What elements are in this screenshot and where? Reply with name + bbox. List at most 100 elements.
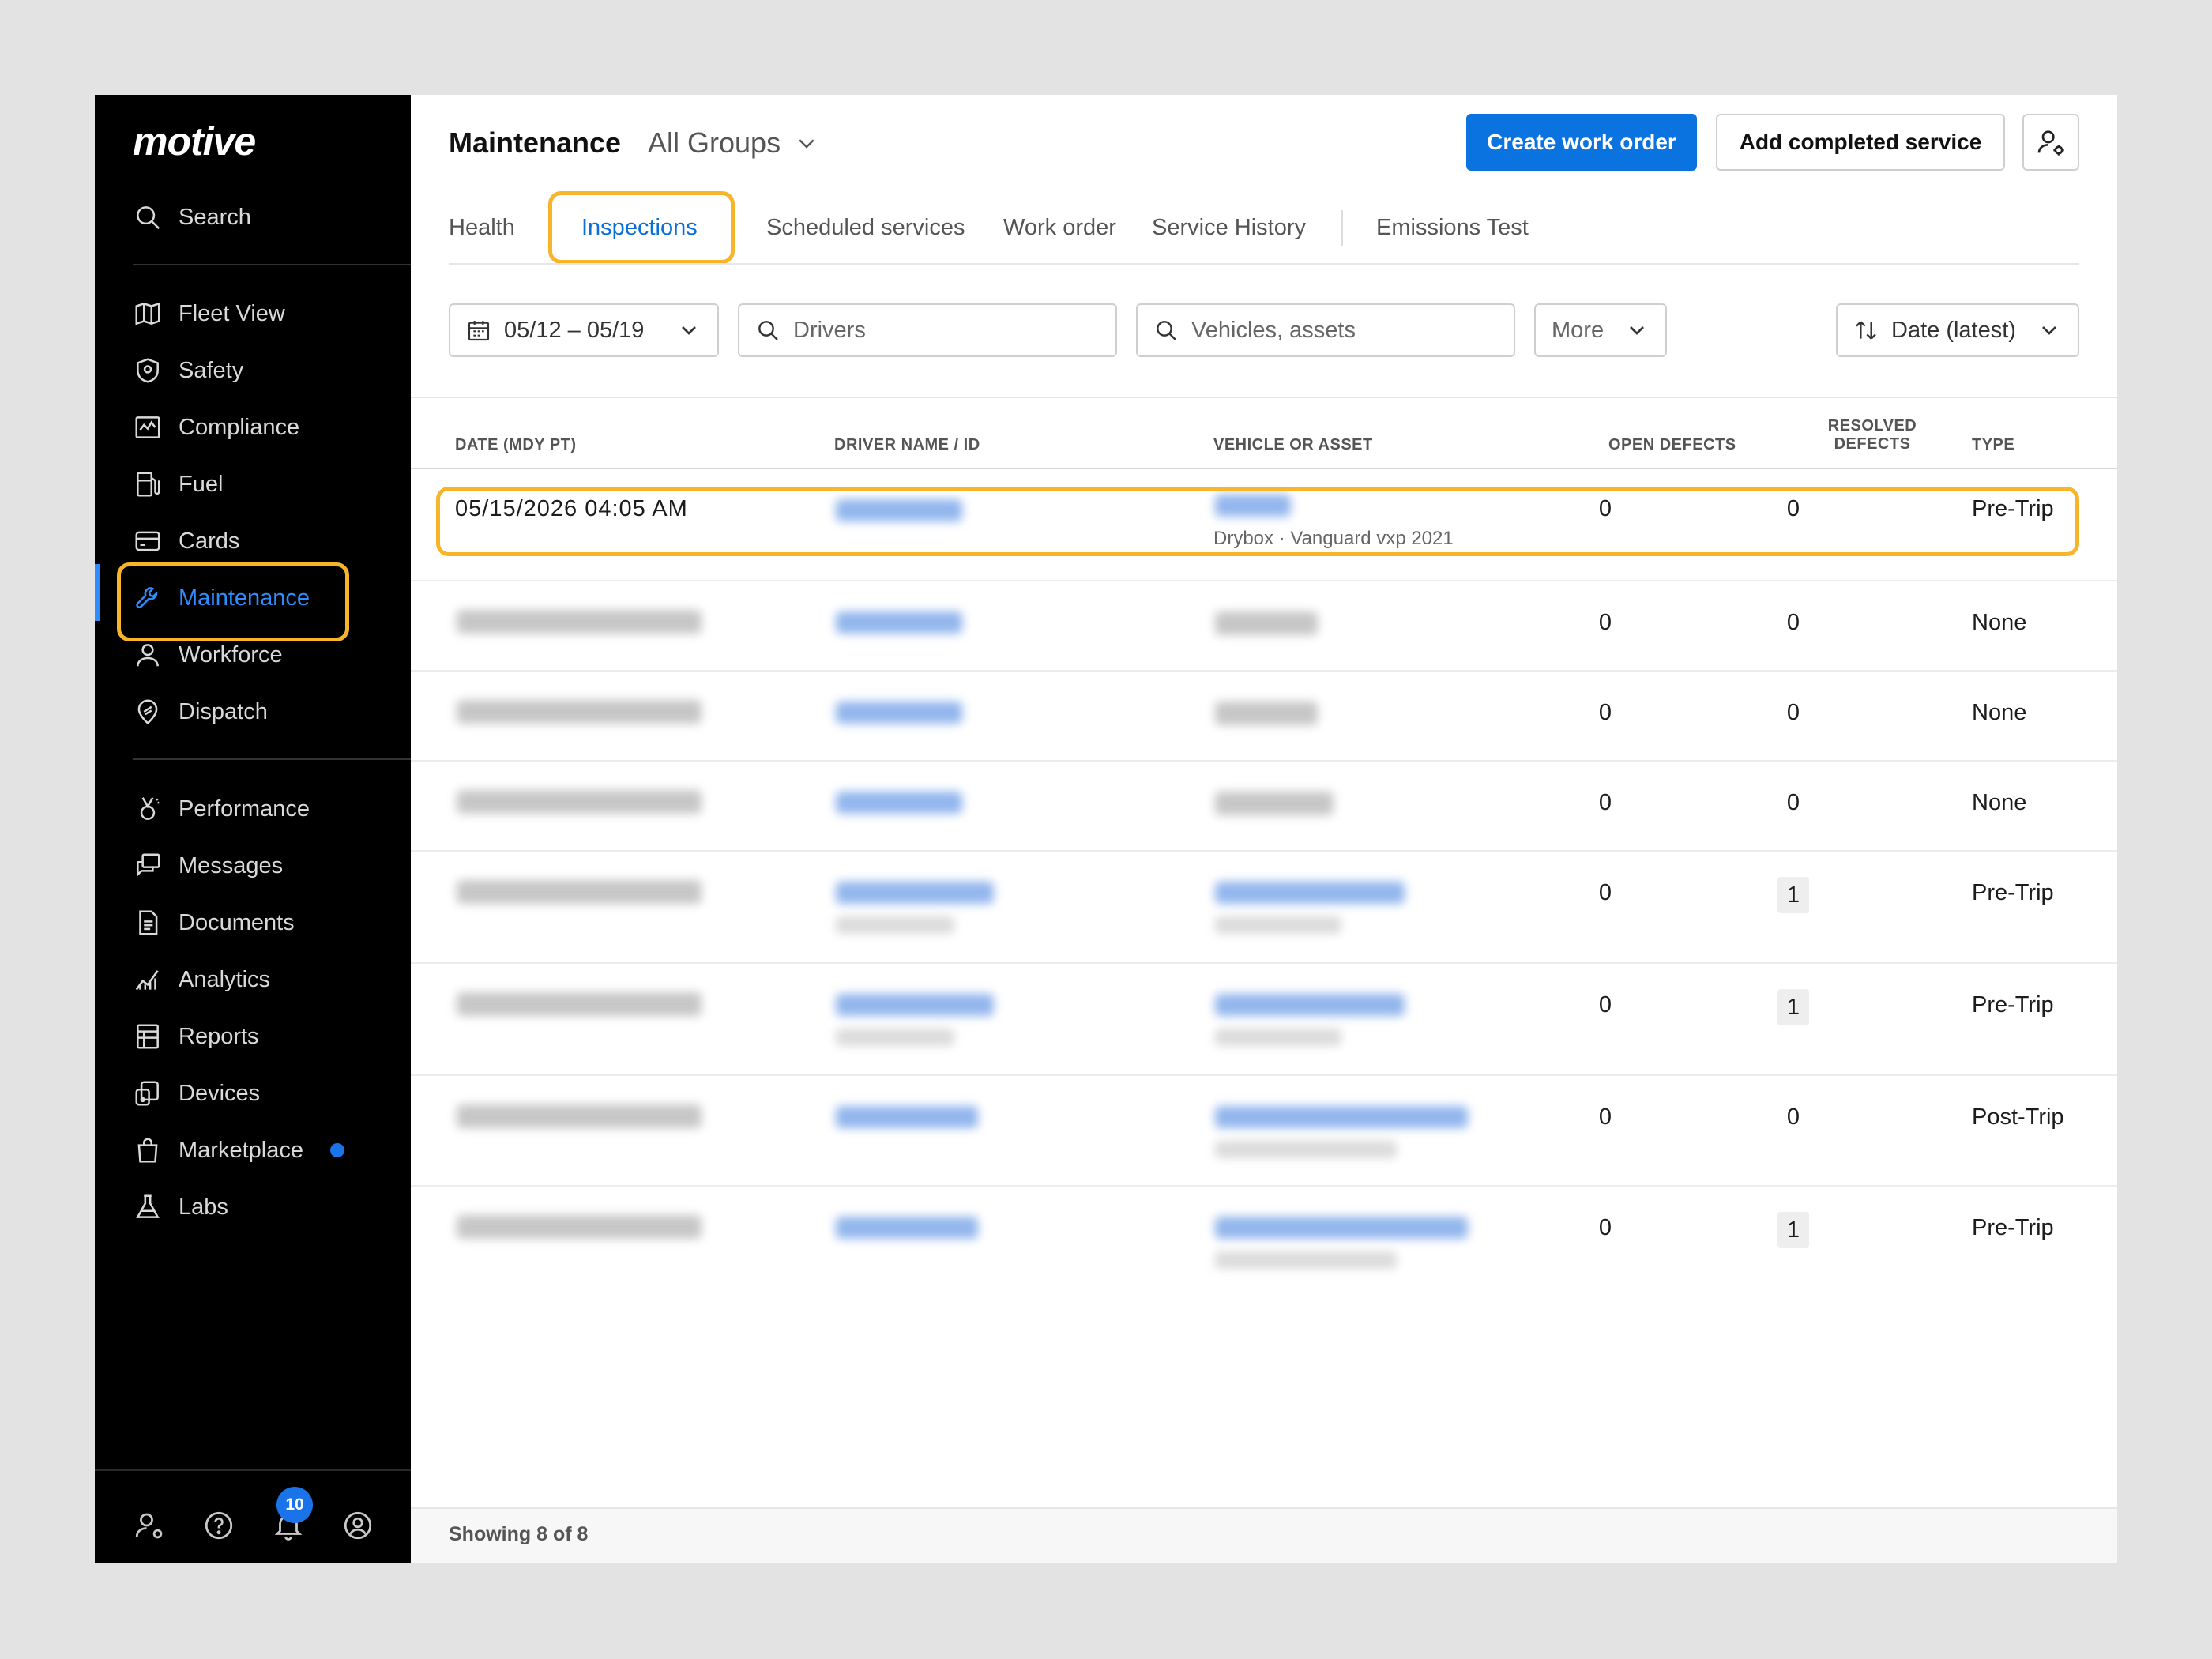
tab-emissions-test[interactable]: Emissions Test (1376, 215, 1529, 241)
sidebar-item-label: Cards (179, 528, 240, 554)
redacted-vehicle-name (1215, 882, 1405, 904)
sidebar-item-fuel[interactable]: Fuel (133, 461, 386, 508)
user-gear-icon (2037, 130, 2064, 156)
sidebar-item-label: Fuel (179, 471, 224, 497)
redacted-driver-name (836, 792, 962, 814)
chevron-down-icon (2042, 326, 2056, 335)
more-filters-dropdown[interactable]: More (1534, 303, 1667, 357)
sidebar-item-messages[interactable]: Messages (133, 842, 386, 890)
redacted-driver-name (836, 1106, 978, 1128)
tab-health[interactable]: Health (449, 215, 515, 241)
map-icon (135, 302, 160, 325)
more-filters-label: More (1552, 317, 1604, 343)
sidebar-item-label: Documents (179, 909, 295, 935)
sidebar-item-compliance[interactable]: Compliance (133, 404, 386, 451)
sidebar-item-dispatch[interactable]: Dispatch (133, 688, 386, 735)
sidebar-item-documents[interactable]: Documents (133, 899, 386, 946)
user-settings-icon[interactable] (133, 1509, 166, 1542)
row-divider (411, 850, 2117, 852)
inspection-type: Pre-Trip (1972, 1215, 2054, 1240)
sidebar-item-label: Dispatch (179, 698, 268, 724)
row-divider (411, 962, 2117, 964)
app-window: motive Search Fleet View Safety Complian… (95, 95, 2117, 1563)
tab-inspections[interactable]: Inspections (581, 215, 698, 241)
user-settings-button[interactable] (2022, 114, 2079, 171)
sidebar-item-maintenance[interactable]: Maintenance (133, 574, 386, 622)
table-footer (411, 1507, 2117, 1563)
redacted-date (457, 1215, 702, 1239)
tab-work-order[interactable]: Work order (1003, 215, 1116, 241)
column-header-date[interactable]: DATE (MDY PT) (455, 436, 577, 454)
sidebar-item-workforce[interactable]: Workforce (133, 631, 386, 679)
sidebar-item-analytics[interactable]: Analytics (133, 956, 386, 1003)
notification-badge: 10 (276, 1487, 313, 1523)
redacted-driver-name (836, 882, 994, 904)
redacted-driver-id (836, 916, 954, 934)
sidebar-item-label: Maintenance (179, 585, 310, 611)
vehicles-filter[interactable]: Vehicles, assets (1136, 303, 1515, 357)
highlight-first-row (436, 487, 2079, 556)
bag-icon (137, 1138, 158, 1163)
group-selector[interactable]: All Groups (648, 126, 818, 160)
column-header-resolved-defects[interactable]: RESOLVED DEFECTS (1817, 417, 1928, 453)
sidebar-item-cards[interactable]: Cards (133, 517, 386, 565)
column-header-vehicle[interactable]: VEHICLE OR ASSET (1213, 436, 1373, 454)
tabs-underline (449, 263, 2079, 265)
column-header-resolved-line1: RESOLVED (1827, 417, 1917, 434)
column-header-driver[interactable]: DRIVER NAME / ID (834, 436, 980, 454)
sidebar-search[interactable]: Search (133, 194, 386, 241)
redacted-vehicle-details (1215, 916, 1341, 934)
row-divider (411, 670, 2117, 672)
search-icon (1157, 321, 1176, 340)
redacted-vehicle-name (1215, 1217, 1468, 1239)
column-header-open-defects[interactable]: OPEN DEFECTS (1608, 436, 1736, 454)
redacted-vehicle-name (1215, 611, 1318, 635)
chevron-down-icon (799, 139, 814, 149)
redacted-date (457, 992, 702, 1016)
sidebar-item-label: Labs (179, 1194, 228, 1220)
redacted-driver-name (836, 994, 994, 1016)
sidebar-item-performance[interactable]: Performance (133, 785, 386, 833)
sidebar-item-devices[interactable]: Devices (133, 1070, 386, 1117)
reports-icon (137, 1024, 159, 1049)
resolved-defects-count: 0 (1786, 790, 1800, 815)
tab-service-history[interactable]: Service History (1152, 215, 1306, 241)
row-divider (411, 760, 2117, 762)
sidebar-item-reports[interactable]: Reports (133, 1013, 386, 1060)
sidebar-item-fleet-view[interactable]: Fleet View (133, 290, 386, 337)
compliance-icon (135, 416, 160, 438)
sidebar-item-safety[interactable]: Safety (133, 347, 386, 394)
sidebar-divider (133, 264, 411, 265)
motive-logo[interactable]: motive (133, 118, 256, 164)
date-range-filter[interactable]: 05/12 – 05/19 (449, 303, 719, 357)
sidebar-item-marketplace[interactable]: Marketplace (133, 1127, 386, 1174)
sidebar-item-label: Fleet View (179, 300, 285, 326)
resolved-defects-count[interactable]: 1 (1778, 1212, 1809, 1248)
sidebar-item-labs[interactable]: Labs (133, 1183, 386, 1231)
resolved-defects-count: 0 (1786, 610, 1800, 635)
resolved-defects-count[interactable]: 1 (1778, 877, 1809, 913)
account-icon[interactable] (341, 1509, 374, 1542)
column-header-type[interactable]: TYPE (1972, 436, 2014, 454)
inspection-type: None (1972, 610, 2027, 635)
medal-icon (140, 797, 160, 820)
redacted-driver-name (836, 702, 962, 724)
sidebar-item-label: Analytics (179, 966, 271, 992)
help-icon[interactable] (202, 1509, 235, 1542)
create-work-order-button[interactable]: Create work order (1466, 114, 1697, 171)
redacted-vehicle-details (1215, 1029, 1341, 1046)
redacted-vehicle-name (1215, 792, 1334, 815)
add-completed-service-button[interactable]: Add completed service (1716, 114, 2005, 171)
sort-icon (1856, 321, 1876, 340)
tab-scheduled-services[interactable]: Scheduled services (766, 215, 965, 241)
redacted-date (457, 1104, 702, 1128)
devices-icon (135, 1081, 159, 1106)
sidebar-item-label: Reports (179, 1023, 259, 1049)
sort-dropdown[interactable]: Date (latest) (1836, 303, 2079, 357)
resolved-defects-count[interactable]: 1 (1778, 989, 1809, 1025)
drivers-filter[interactable]: Drivers (738, 303, 1117, 357)
inspection-type: Pre-Trip (1972, 992, 2054, 1018)
vehicles-filter-placeholder: Vehicles, assets (1191, 317, 1356, 343)
sidebar-item-label: Marketplace (179, 1137, 303, 1163)
redacted-vehicle-name (1215, 994, 1405, 1016)
